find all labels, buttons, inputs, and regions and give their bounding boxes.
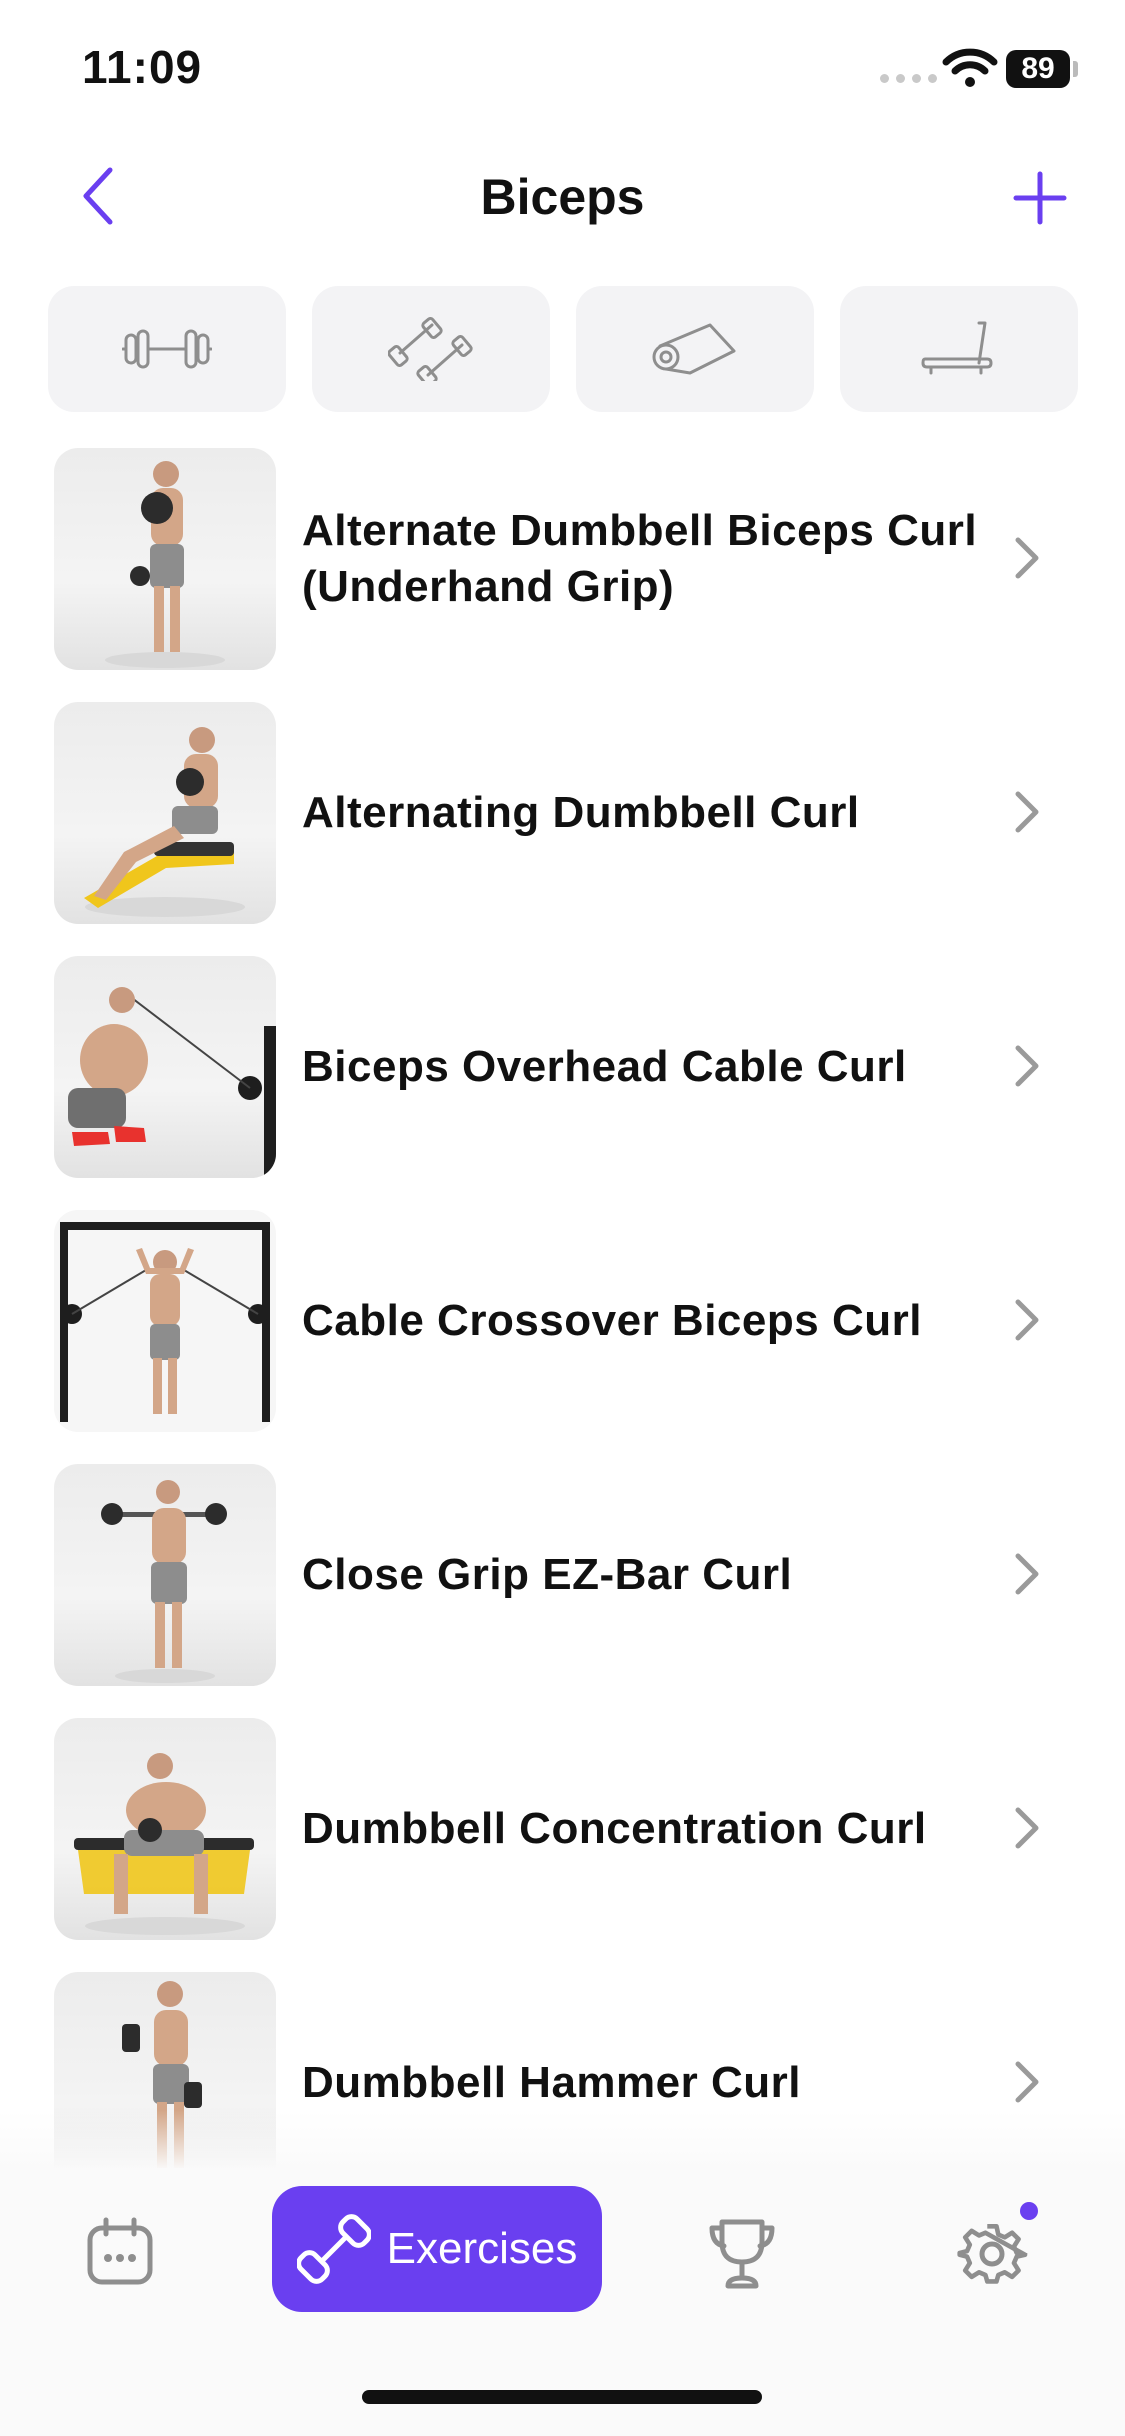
status-time: 11:09 (82, 41, 203, 93)
list-item[interactable]: Dumbbell Concentration Curl (0, 1718, 1125, 1972)
filter-dumbbells[interactable] (312, 286, 550, 412)
battery-nub (1073, 61, 1078, 77)
tab-achievements[interactable] (700, 2212, 784, 2296)
chevron-right-icon (1015, 2061, 1039, 2103)
chevron-right-icon (1015, 537, 1039, 579)
list-item[interactable]: Close Grip EZ-Bar Curl (0, 1464, 1125, 1718)
calendar-icon (87, 2217, 153, 2285)
filter-mat[interactable] (576, 286, 814, 412)
exercise-name: Alternating Dumbbell Curl (302, 788, 860, 837)
add-exercise-button[interactable] (1008, 166, 1072, 230)
tab-bar-fade (0, 2110, 1125, 2170)
exercise-thumbnail (54, 956, 276, 1178)
tab-exercises-label: Exercises (386, 2224, 578, 2273)
exercise-name: Close Grip EZ-Bar Curl (302, 1550, 793, 1599)
battery-indicator: 89 (1006, 50, 1070, 88)
cellular-signal-icon (880, 74, 937, 83)
exercise-name: Alternate Dumbbell Biceps Curl (Underhan… (302, 506, 978, 611)
exercise-name: Biceps Overhead Cable Curl (302, 1042, 907, 1091)
filter-barbell[interactable] (48, 286, 286, 412)
exercise-thumbnail (54, 1718, 276, 1940)
tab-exercises[interactable]: Exercises (272, 2186, 602, 2312)
exercise-name: Dumbbell Concentration Curl (302, 1804, 927, 1853)
barbell-icon (122, 329, 212, 369)
plus-icon (1013, 171, 1067, 225)
settings-notification-badge (1020, 2202, 1038, 2220)
list-item[interactable]: Cable Crossover Biceps Curl (0, 1210, 1125, 1464)
chevron-right-icon (1015, 1553, 1039, 1595)
exercise-name: Cable Crossover Biceps Curl (302, 1296, 922, 1345)
exercise-thumbnail (54, 1464, 276, 1686)
dumbbells-icon (388, 317, 473, 381)
chevron-right-icon (1015, 1045, 1039, 1087)
tab-calendar[interactable] (80, 2212, 160, 2292)
wifi-icon (942, 48, 998, 87)
exercise-thumbnail (54, 702, 276, 924)
trophy-icon (709, 2219, 775, 2289)
exercise-thumbnail (54, 1210, 276, 1432)
dumbbell-icon (296, 2214, 371, 2284)
exercise-list: Alternate Dumbbell Biceps Curl (Underhan… (0, 448, 1125, 2168)
page-title: Biceps (480, 169, 645, 225)
filter-treadmill[interactable] (840, 286, 1078, 412)
list-item[interactable]: Alternating Dumbbell Curl (0, 702, 1125, 956)
chevron-right-icon (1015, 1299, 1039, 1341)
equipment-filter-bar (48, 286, 1078, 412)
treadmill-icon (921, 321, 993, 375)
gear-icon (957, 2223, 1028, 2284)
chevron-right-icon (1015, 1807, 1039, 1849)
list-item[interactable]: Alternate Dumbbell Biceps Curl (Underhan… (0, 448, 1125, 702)
exercise-thumbnail (54, 448, 276, 670)
chevron-right-icon (1015, 791, 1039, 833)
tab-settings[interactable] (950, 2212, 1034, 2296)
status-bar: 11:09 89 (0, 0, 1125, 140)
mat-icon (652, 323, 736, 375)
list-item[interactable]: Biceps Overhead Cable Curl (0, 956, 1125, 1210)
home-indicator (362, 2390, 762, 2404)
